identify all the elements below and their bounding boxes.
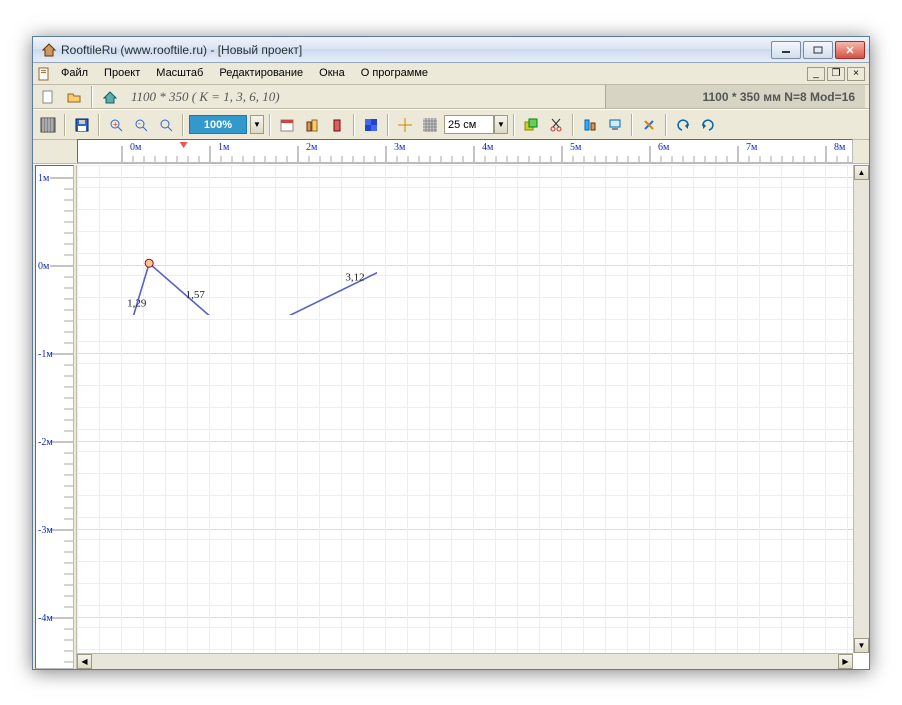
align-button[interactable] [579, 115, 601, 135]
chimney-button[interactable] [326, 115, 348, 135]
vertical-ruler: 1м 0м -1м -2м -3м -4м [33, 165, 77, 669]
menu-project[interactable]: Проект [96, 63, 148, 84]
tools-button[interactable] [638, 115, 660, 135]
house-button[interactable] [99, 87, 121, 107]
zoom-out-button[interactable]: - [130, 115, 152, 135]
menu-file[interactable]: Файл [53, 63, 96, 84]
open-button[interactable] [63, 87, 85, 107]
main-toolbar: + - 100% ▼ ▼ [33, 110, 869, 140]
horizontal-ruler-row: 0м 1м 2м 3м 4м 5м 6м 7м 8м [33, 140, 869, 164]
topbar: 1100 * 350 ( K = 1, 3, 6, 10) 1100 * 350… [33, 85, 869, 109]
overlay-button[interactable] [520, 115, 542, 135]
scroll-down-button[interactable]: ▼ [854, 638, 869, 653]
scroll-left-button[interactable]: ◀ [77, 654, 92, 669]
cut-button[interactable] [545, 115, 567, 135]
svg-text:1м: 1м [218, 142, 230, 153]
window-title: RooftileRu (www.rooftile.ru) - [Новый пр… [61, 43, 771, 57]
menu-about[interactable]: О программе [353, 63, 436, 84]
mdi-minimize-button[interactable]: _ [807, 67, 825, 81]
minimize-button[interactable] [771, 41, 801, 59]
svg-text:-4м: -4м [38, 613, 53, 624]
close-button[interactable] [835, 41, 865, 59]
scroll-right-button[interactable]: ▶ [838, 654, 853, 669]
maximize-button[interactable] [803, 41, 833, 59]
menu-edit[interactable]: Редактирование [211, 63, 311, 84]
menu-scale[interactable]: Масштаб [148, 63, 211, 84]
svg-text:7м: 7м [746, 142, 758, 153]
svg-text:-1м: -1м [38, 349, 53, 360]
svg-text:5м: 5м [570, 142, 582, 153]
mdi-close-button[interactable]: × [847, 67, 865, 81]
crosshair-button[interactable] [394, 115, 416, 135]
app-window: RooftileRu (www.rooftile.ru) - [Новый пр… [32, 36, 870, 670]
zoom-in-button[interactable]: + [105, 115, 127, 135]
svg-text:0м: 0м [130, 142, 142, 153]
horizontal-scrollbar[interactable]: ◀ ▶ [77, 653, 853, 669]
vertical-scrollbar[interactable]: ▲ ▼ [853, 165, 869, 653]
menubar: Файл Проект Масштаб Редактирование Окна … [33, 63, 869, 85]
panel-button[interactable] [37, 115, 59, 135]
svg-text:0м: 0м [38, 261, 50, 272]
scroll-up-button[interactable]: ▲ [854, 165, 869, 180]
svg-text:+: + [113, 120, 118, 129]
grid-size-combo[interactable]: ▼ [444, 115, 508, 135]
svg-text:-: - [138, 119, 141, 128]
undo-button[interactable] [672, 115, 694, 135]
document-icon [35, 63, 53, 84]
zoom-indicator: 100% [189, 115, 247, 134]
svg-text:4м: 4м [482, 142, 494, 153]
save-button[interactable] [71, 115, 93, 135]
grid-size-input[interactable] [444, 115, 494, 134]
building-button[interactable] [301, 115, 323, 135]
grid-toggle-button[interactable] [419, 115, 441, 135]
zoom-dropdown[interactable]: ▼ [250, 115, 264, 134]
svg-text:-3м: -3м [38, 525, 53, 536]
drawing-canvas[interactable]: 1,291,573,123,397,28 ▲ ▼ ◀ ▶ [77, 165, 869, 669]
menu-windows[interactable]: Окна [311, 63, 353, 84]
computer-button[interactable] [604, 115, 626, 135]
grid-background [77, 165, 869, 669]
sheet-info: 1100 * 350 ( K = 1, 3, 6, 10) [131, 89, 280, 105]
grid-size-dropdown[interactable]: ▼ [494, 115, 508, 134]
titlebar: RooftileRu (www.rooftile.ru) - [Новый пр… [33, 37, 869, 63]
tiles-button[interactable] [360, 115, 382, 135]
svg-text:6м: 6м [658, 142, 670, 153]
svg-text:8м: 8м [834, 142, 846, 153]
zoom-fit-button[interactable] [155, 115, 177, 135]
calendar-button[interactable] [276, 115, 298, 135]
svg-text:-2м: -2м [38, 437, 53, 448]
new-button[interactable] [37, 87, 59, 107]
svg-text:1м: 1м [38, 173, 50, 184]
app-icon [41, 42, 57, 58]
mdi-restore-button[interactable]: ❐ [827, 67, 845, 81]
svg-text:2м: 2м [306, 142, 318, 153]
redo-button[interactable] [697, 115, 719, 135]
svg-text:3м: 3м [394, 142, 406, 153]
horizontal-ruler: 0м 1м 2м 3м 4м 5м 6м 7м 8м [77, 139, 853, 163]
client-area: + - 100% ▼ ▼ [33, 109, 869, 669]
workspace: 1м 0м -1м -2м -3м -4м 1,291,573,123,397,28 ▲ … [33, 164, 869, 669]
module-status: 1100 * 350 мм N=8 Mod=16 [605, 85, 865, 108]
